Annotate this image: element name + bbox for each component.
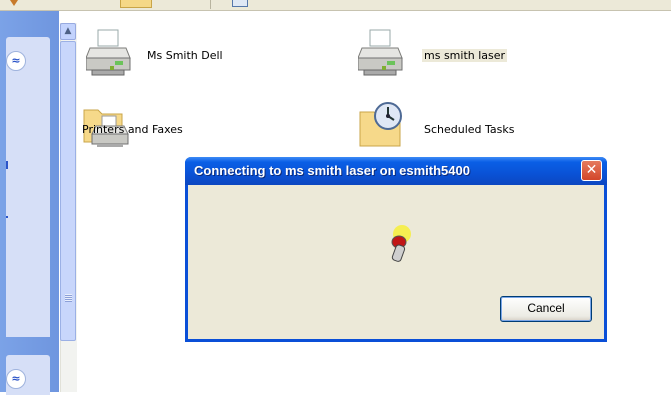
- flashlight-animation-icon: [391, 225, 411, 262]
- toolbar-view-icon[interactable]: [232, 0, 248, 7]
- printer-icon: [358, 29, 403, 76]
- file-item-label: Printers and Faxes: [82, 123, 183, 136]
- toolbar-strip: [0, 0, 671, 11]
- file-item-label: ms smith laser: [422, 49, 508, 62]
- connecting-dialog: Connecting to ms smith laser on esmith54…: [185, 157, 607, 342]
- file-item-scheduled-tasks[interactable]: Scheduled Tasks: [356, 98, 576, 158]
- collapse-chevron-icon[interactable]: ≈: [6, 369, 26, 389]
- dialog-title: Connecting to ms smith laser on esmith54…: [194, 163, 470, 178]
- toolbar-folder-icon[interactable]: [120, 0, 152, 8]
- task-panel: [6, 37, 50, 337]
- toolbar-separator: [210, 0, 211, 9]
- collapse-chevron-icon[interactable]: ≈: [6, 51, 26, 71]
- panel-link-marker: [6, 216, 8, 218]
- cancel-button[interactable]: Cancel: [500, 296, 592, 322]
- file-item-label: Ms Smith Dell: [147, 49, 223, 62]
- panel-link-marker: [6, 161, 8, 169]
- toolbar-back-arrow-icon[interactable]: [10, 0, 18, 6]
- printer-icon: [86, 29, 131, 76]
- file-item-label: Scheduled Tasks: [424, 123, 515, 136]
- close-button[interactable]: ✕: [581, 160, 602, 181]
- file-item-ms-smith-laser[interactable]: ms smith laser: [356, 26, 556, 88]
- scroll-up-button[interactable]: ▲: [60, 23, 76, 40]
- scheduled-tasks-folder-icon: [359, 102, 402, 147]
- task-pane: ≈ ≈: [0, 11, 59, 395]
- file-item-ms-smith-dell[interactable]: Ms Smith Dell: [82, 26, 282, 88]
- dialog-titlebar[interactable]: Connecting to ms smith laser on esmith54…: [185, 157, 607, 185]
- file-item-printers-and-faxes[interactable]: Printers and Faxes: [82, 98, 302, 158]
- scrollbar-grip-icon: [65, 294, 72, 302]
- scrollbar-thumb[interactable]: [60, 41, 76, 341]
